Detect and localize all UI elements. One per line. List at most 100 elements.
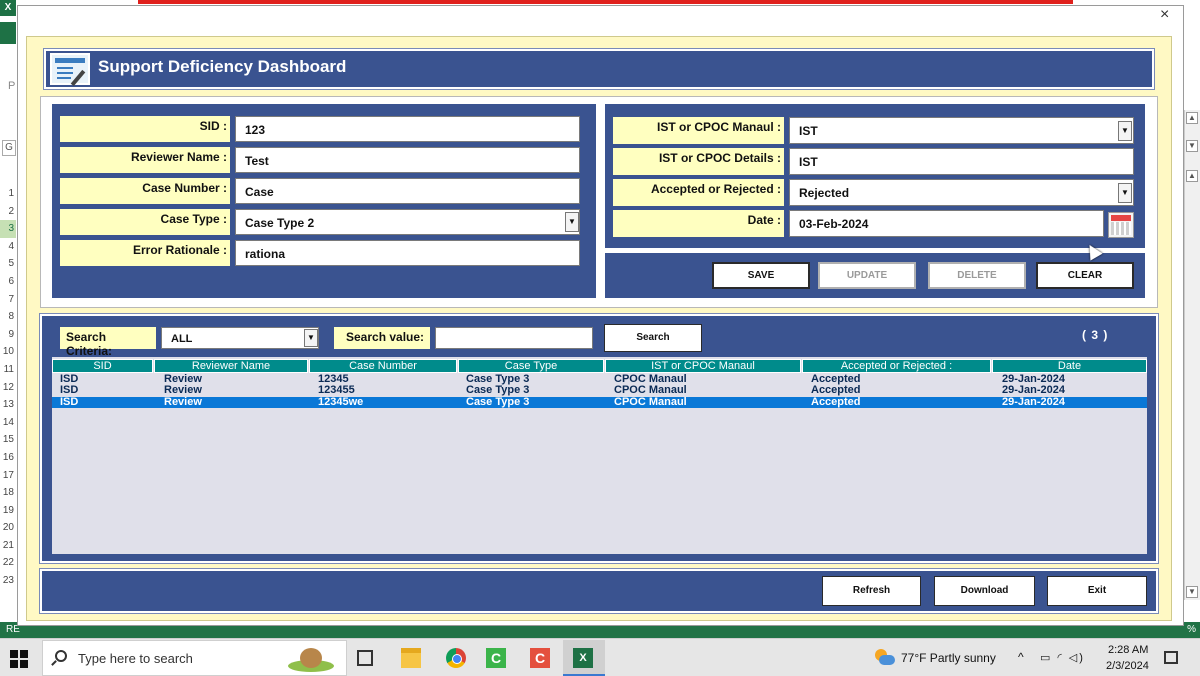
date-label: Date : xyxy=(613,210,784,237)
search-criteria-select[interactable]: ALL xyxy=(161,327,319,349)
system-tray-icons[interactable]: ▭ ◜ ◁) xyxy=(1040,651,1085,664)
table-cell: Review xyxy=(164,373,202,385)
excel-row-number[interactable]: 5 xyxy=(0,255,16,273)
table-cell: 29-Jan-2024 xyxy=(1002,373,1065,385)
table-cell: ISD xyxy=(60,395,79,408)
excel-row-number[interactable]: 9 xyxy=(0,326,16,344)
chevron-down-icon[interactable]: ▼ xyxy=(1118,183,1132,203)
case-type-select[interactable]: Case Type 2 xyxy=(235,209,580,235)
scroll-expand-icon[interactable]: ▼ xyxy=(1186,140,1198,152)
search-button[interactable]: Search xyxy=(604,324,702,352)
excel-row-number[interactable]: 18 xyxy=(0,484,16,502)
chevron-down-icon[interactable]: ▼ xyxy=(304,329,318,347)
close-icon[interactable]: × xyxy=(1160,6,1169,24)
reviewer-name-input[interactable]: Test xyxy=(235,147,580,173)
chevron-up-icon[interactable]: ^ xyxy=(1018,650,1024,664)
ist-details-label: IST or CPOC Details : xyxy=(613,148,784,175)
search-value-input[interactable] xyxy=(435,327,593,349)
case-number-label: Case Number : xyxy=(60,178,230,204)
excel-row-number[interactable]: 21 xyxy=(0,537,16,555)
accepted-rejected-select[interactable]: Rejected xyxy=(789,179,1134,206)
search-value-label: Search value: xyxy=(334,327,430,349)
case-number-input[interactable]: Case xyxy=(235,178,580,204)
delete-button[interactable]: DELETE xyxy=(928,262,1026,289)
table-cell: CPOC Manaul xyxy=(614,373,687,385)
search-criteria-label: Search Criteria: xyxy=(60,327,156,358)
ist-details-input[interactable]: IST xyxy=(789,148,1134,175)
table-cell: Accepted xyxy=(811,373,861,385)
excel-row-number[interactable]: 10 xyxy=(0,343,16,361)
excel-row-number[interactable]: 1 xyxy=(0,185,16,203)
excel-row-number[interactable]: 4 xyxy=(0,238,16,256)
table-cell: CPOC Manaul xyxy=(614,395,687,408)
excel-row-number[interactable]: 20 xyxy=(0,519,16,537)
excel-row-number[interactable]: 23 xyxy=(0,572,16,590)
excel-row-number[interactable]: 2 xyxy=(0,203,16,221)
excel-row-number[interactable]: 15 xyxy=(0,431,16,449)
scroll-down-icon[interactable]: ▼ xyxy=(1186,586,1198,598)
partly-sunny-icon[interactable] xyxy=(873,647,895,667)
task-view-icon[interactable] xyxy=(357,650,373,666)
excel-logo-icon: X xyxy=(0,0,16,16)
table-row[interactable]: ISD Review 12345 Case Type 3 CPOC Manaul Acce… xyxy=(52,374,1147,385)
column-header: Case Type xyxy=(458,359,604,373)
sid-label: SID : xyxy=(60,116,230,142)
update-button[interactable]: UPDATE xyxy=(818,262,916,289)
table-cell: Case Type 3 xyxy=(466,395,530,408)
notification-icon[interactable] xyxy=(1164,651,1178,664)
green-app-icon[interactable]: C xyxy=(486,648,506,668)
refresh-button[interactable]: Refresh xyxy=(822,576,921,606)
excel-row-number[interactable]: 22 xyxy=(0,554,16,572)
excel-row-number[interactable]: 8 xyxy=(0,308,16,326)
table-cell: ISD xyxy=(60,373,79,385)
excel-row-number[interactable]: 12 xyxy=(0,379,16,397)
table-cell: 29-Jan-2024 xyxy=(1002,395,1065,408)
excel-zoom-percent: % xyxy=(1187,624,1196,635)
chrome-icon[interactable] xyxy=(446,648,466,668)
excel-row-number[interactable]: 14 xyxy=(0,414,16,432)
ist-manual-select[interactable]: IST xyxy=(789,117,1134,144)
save-button[interactable]: SAVE xyxy=(712,262,810,289)
scroll-up-icon[interactable]: ▲ xyxy=(1186,112,1198,124)
error-rationale-label: Error Rationale : xyxy=(60,240,230,266)
download-button[interactable]: Download xyxy=(934,576,1035,606)
table-cell: Case Type 3 xyxy=(466,384,530,397)
excel-row-number[interactable]: 13 xyxy=(0,396,16,414)
table-cell: Case Type 3 xyxy=(466,373,530,385)
calendar-icon[interactable] xyxy=(1108,212,1134,238)
sid-input[interactable]: 123 xyxy=(235,116,580,142)
excel-row-number[interactable]: 3 xyxy=(0,220,16,238)
column-header: Accepted or Rejected : xyxy=(802,359,991,373)
clear-button[interactable]: CLEAR xyxy=(1036,262,1134,289)
chevron-down-icon[interactable]: ▼ xyxy=(1118,121,1132,141)
weather-text[interactable]: 77°F Partly sunny xyxy=(901,651,996,665)
clock-date[interactable]: 2/3/2024 xyxy=(1106,660,1149,672)
table-cell: CPOC Manaul xyxy=(614,384,687,397)
red-app-icon[interactable]: C xyxy=(530,648,550,668)
excel-row-number[interactable]: 7 xyxy=(0,291,16,309)
error-rationale-input[interactable]: rationa xyxy=(235,240,580,266)
table-row[interactable]: ISD Review 12345we Case Type 3 CPOC Manaul Ac… xyxy=(52,395,1147,408)
excel-taskbar-icon[interactable]: X xyxy=(573,648,593,668)
taskbar-search-placeholder: Type here to search xyxy=(78,651,193,666)
search-highlight-illustration-icon xyxy=(282,644,340,674)
table-row[interactable]: ISD Review 123455 Case Type 3 CPOC Manaul Acc… xyxy=(52,385,1147,396)
windows-start-icon[interactable] xyxy=(10,650,28,668)
column-header: Date xyxy=(992,359,1147,373)
exit-button[interactable]: Exit xyxy=(1047,576,1147,606)
excel-row-number[interactable]: 6 xyxy=(0,273,16,291)
table-cell: Accepted xyxy=(811,384,861,397)
excel-row-number[interactable]: 11 xyxy=(0,361,16,379)
clock-time[interactable]: 2:28 AM xyxy=(1108,644,1148,656)
table-cell: 29-Jan-2024 xyxy=(1002,384,1065,397)
excel-row-number[interactable]: 17 xyxy=(0,467,16,485)
excel-row-number[interactable]: 19 xyxy=(0,502,16,520)
file-explorer-icon[interactable] xyxy=(401,648,421,668)
page-title: Support Deficiency Dashboard xyxy=(98,57,347,76)
table-cell: Accepted xyxy=(811,395,861,408)
excel-row-number[interactable]: 16 xyxy=(0,449,16,467)
excel-vertical-scrollbar[interactable] xyxy=(1184,110,1200,600)
scroll-top-icon[interactable]: ▲ xyxy=(1186,170,1198,182)
date-input[interactable]: 03-Feb-2024 xyxy=(789,210,1104,237)
chevron-down-icon[interactable]: ▼ xyxy=(565,212,579,232)
